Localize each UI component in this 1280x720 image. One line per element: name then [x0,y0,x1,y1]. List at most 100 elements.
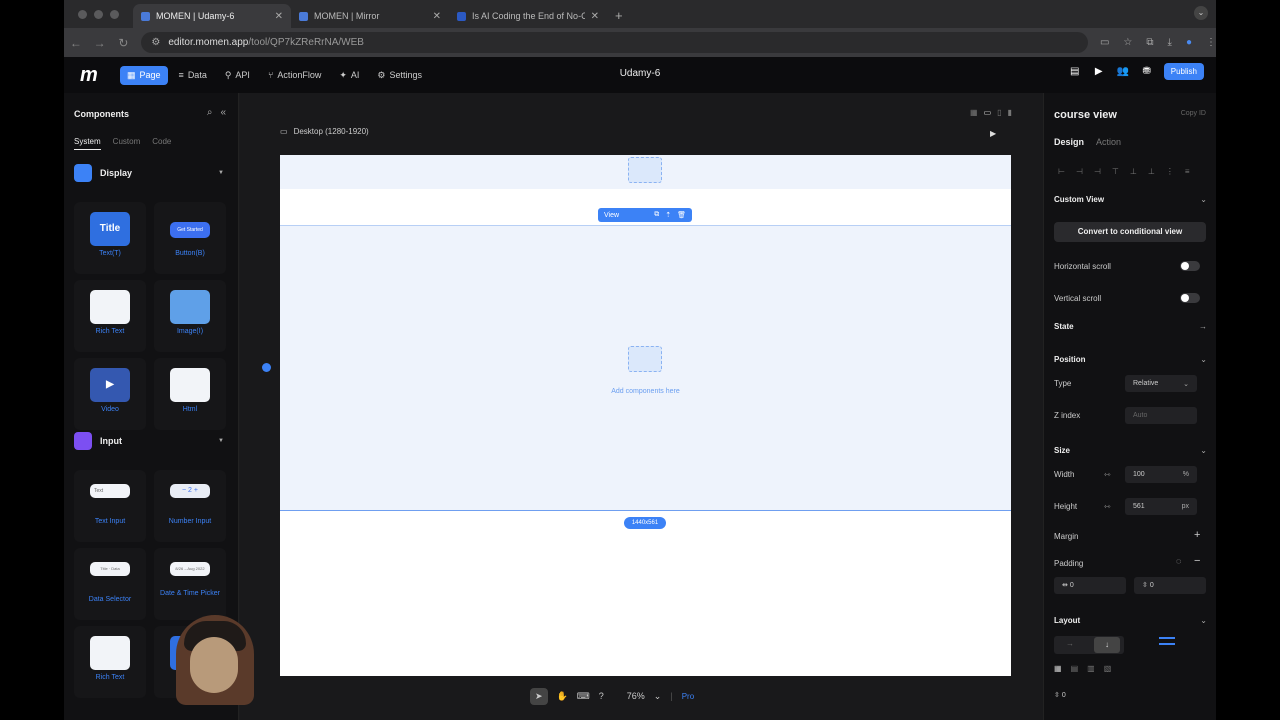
section-input[interactable]: Input ▼ [74,432,224,450]
layout-direction-toggle[interactable]: → ↓ [1054,636,1124,654]
remove-padding-icon[interactable]: − [1194,555,1200,567]
align-top-icon[interactable]: ⊤ [1112,167,1119,176]
hand-tool-icon[interactable]: ✋ [557,691,568,702]
device-selector[interactable]: ▭ Desktop (1280-1920) [280,127,369,136]
nav-page[interactable]: ▦ Page [120,65,168,85]
canvas-area[interactable]: ▦ ▭ ▯ ▮ ▭ Desktop (1280-1920) ▶ Add comp… [240,93,1043,720]
collaborators-icon[interactable]: 👥 [1116,65,1130,79]
mobile-view-icon[interactable]: ▮ [1008,108,1012,117]
maximize-window-button[interactable] [110,10,119,19]
padding-vertical-input[interactable]: ⇳ 0 [1134,577,1206,594]
preview-doc-icon[interactable]: ▤ [1068,65,1082,79]
padding-horizontal-input[interactable]: ⇹ 0 [1054,577,1126,594]
collapse-caret-icon[interactable]: ▼ [218,438,224,444]
course-view-container[interactable]: Add components here [280,225,1011,511]
profile-icon[interactable]: ● [1186,37,1192,48]
add-margin-icon[interactable]: + [1194,529,1200,541]
component-date-time-picker[interactable]: 8/26 – Aug 2022 Date & Time Picker [154,548,226,620]
horizontal-scroll-toggle[interactable] [1180,261,1200,271]
browser-tab-momen-udamy[interactable]: MOMEN | Udamy-6 ✕ [133,4,291,28]
size-section[interactable]: Size ⌄ [1054,446,1207,455]
component-number-input[interactable]: − 2 + Number Input [154,470,226,542]
close-window-button[interactable] [78,10,87,19]
tab-action[interactable]: Action [1096,137,1121,147]
align-left-icon[interactable]: ⊢ [1058,167,1065,176]
position-type-select[interactable]: Relative ⌄ [1125,375,1197,392]
layout-gap-input[interactable]: ⇳ 0 [1054,691,1066,699]
component-video[interactable]: ▶ Video [74,358,146,430]
chevron-down-icon[interactable]: ⌄ [1200,195,1207,204]
align-right-icon[interactable]: ⊣ [1094,167,1101,176]
wrap-option-3-icon[interactable]: ▥ [1087,664,1095,673]
collapse-caret-icon[interactable]: ▼ [218,170,224,176]
vertical-scroll-toggle[interactable] [1180,293,1200,303]
distribute-h-icon[interactable]: ⋮ [1166,167,1174,176]
tab-code[interactable]: Code [152,137,171,150]
cast-icon[interactable]: ▭ [1100,37,1109,48]
zoom-level[interactable]: 76% [627,691,645,701]
zoom-chevron-icon[interactable]: ⌄ [654,691,662,702]
grid-view-icon[interactable]: ▦ [970,108,978,117]
help-icon[interactable]: ? [599,691,604,701]
copy-id-button[interactable]: Copy ID [1181,110,1206,117]
component-name[interactable]: course view [1054,109,1117,121]
zindex-input[interactable]: Auto [1125,407,1197,424]
menu-icon[interactable]: ⋮ [1206,37,1216,48]
back-icon[interactable]: ← [64,36,88,50]
section-display[interactable]: Display ▼ [74,164,224,182]
minimize-window-button[interactable] [94,10,103,19]
align-middle-icon[interactable]: ⊥ [1130,167,1137,176]
tab-search-chevron-icon[interactable]: ⌄ [1194,6,1208,20]
browser-tab-momen-mirror[interactable]: MOMEN | Mirror ✕ [291,4,449,28]
layout-section[interactable]: Layout ⌄ [1054,616,1207,625]
wrap-option-2-icon[interactable]: ▤ [1071,664,1079,673]
unit-select[interactable]: px [1182,503,1189,510]
delete-icon[interactable]: 🗑 [677,211,686,219]
arrow-right-icon[interactable]: → [1199,322,1207,331]
publish-button[interactable]: Publish [1163,63,1204,80]
component-text[interactable]: Title Text(T) [74,202,146,274]
nav-ai[interactable]: ✦ AI [332,66,366,85]
nav-settings[interactable]: ⚙ Settings [370,66,429,85]
nav-actionflow[interactable]: ⑂ ActionFlow [261,66,328,84]
align-center-h-icon[interactable]: ⊣ [1076,167,1083,176]
height-mode-icon[interactable]: ⇿ [1104,502,1111,511]
component-button[interactable]: Get Started Button(B) [154,202,226,274]
chevron-down-icon[interactable]: ⌄ [1200,446,1207,455]
nav-api[interactable]: ⚲ API [218,66,257,85]
forward-icon[interactable]: → [88,36,112,50]
component-rich-text[interactable]: Rich Text [74,280,146,352]
url-field[interactable]: ⚙ editor.momen.app/tool/QP7kZReRrNA/WEB [141,32,1088,53]
page-canvas[interactable]: Add components here View ⧉ ⇡ 🗑 1440x561 [280,155,1011,676]
search-icon[interactable]: ⌕ [207,107,213,118]
select-tool-icon[interactable]: ➤ [530,687,548,705]
height-input[interactable]: 561 px [1125,498,1197,515]
play-icon[interactable]: ▶ [1092,65,1106,79]
reload-icon[interactable]: ↻ [112,36,136,50]
tablet-view-icon[interactable]: ▯ [997,108,1001,117]
preview-play-icon[interactable]: ▶ [990,129,996,138]
component-html[interactable]: Html [154,358,226,430]
tab-custom[interactable]: Custom [113,137,141,150]
download-icon[interactable]: ⤓ [1168,37,1172,48]
copy-icon[interactable]: ⧉ [654,211,659,219]
chevron-down-icon[interactable]: ⌄ [1200,355,1207,364]
unit-select[interactable]: % [1183,471,1189,478]
share-icon[interactable]: ⛃ [1140,65,1154,79]
new-tab-icon[interactable]: + [607,8,631,28]
convert-conditional-view-button[interactable]: Convert to conditional view [1054,222,1206,242]
component-data-selector[interactable]: Title · Data Data Selector [74,548,146,620]
collapse-panel-icon[interactable]: « [220,107,226,118]
close-tab-icon[interactable]: ✕ [591,11,599,22]
wrap-option-4-icon[interactable]: ▧ [1104,664,1112,673]
component-text-input[interactable]: Text Text Input [74,470,146,542]
chevron-down-icon[interactable]: ⌄ [1200,616,1207,625]
keyboard-icon[interactable]: ⌨ [577,691,590,702]
close-tab-icon[interactable]: ✕ [275,11,283,22]
selected-view-toolbar[interactable]: View ⧉ ⇡ 🗑 [598,208,692,222]
extensions-icon[interactable]: ⧉ [1146,37,1153,48]
custom-view-section[interactable]: Custom View ⌄ [1054,195,1207,204]
close-tab-icon[interactable]: ✕ [433,11,441,22]
bookmark-star-icon[interactable]: ☆ [1123,37,1132,48]
width-mode-icon[interactable]: ⇿ [1104,470,1111,479]
